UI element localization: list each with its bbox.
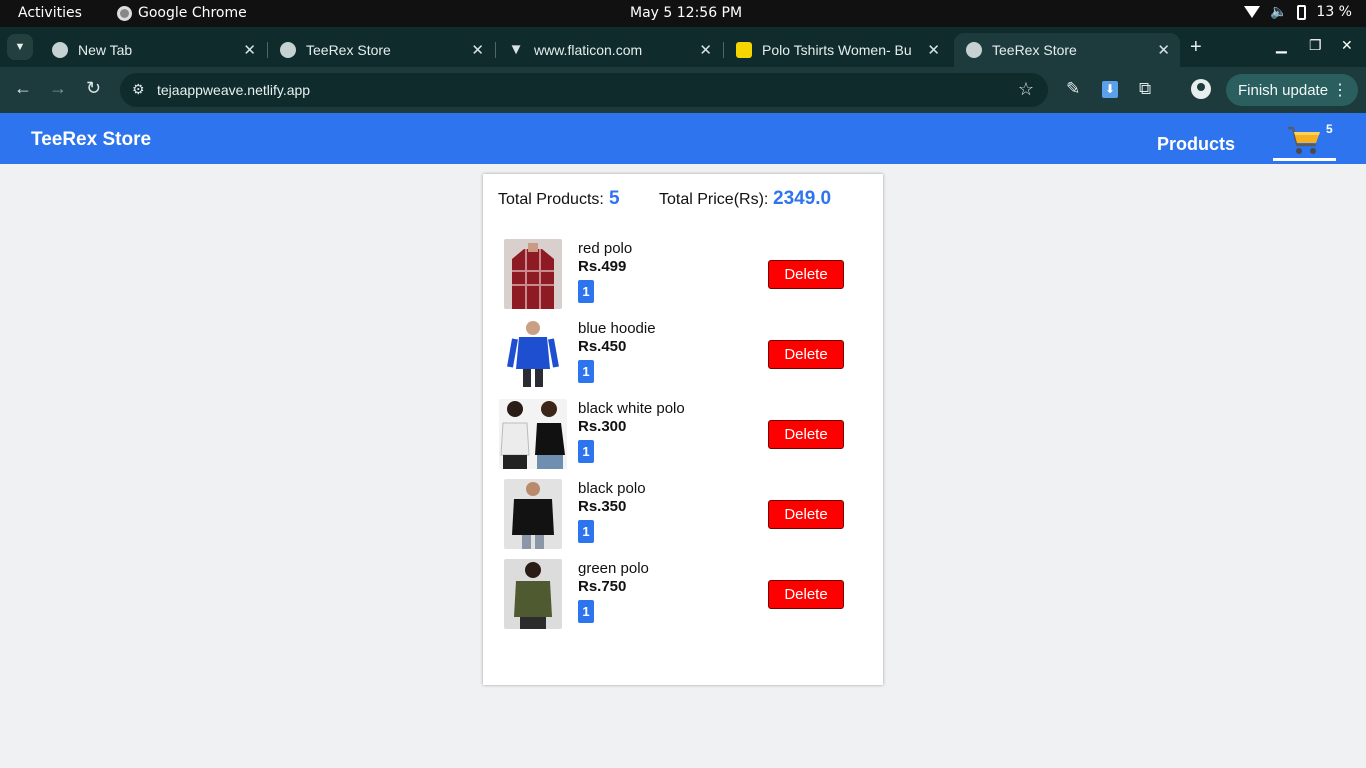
product-name: green polo: [578, 560, 649, 577]
tab-flaticon[interactable]: ▼ www.flaticon.com ✕: [496, 33, 724, 67]
tab-strip: ▼ New Tab ✕ TeeRex Store ✕ ▼ www.flatico…: [0, 27, 1366, 67]
tab-polo-tshirts[interactable]: Polo Tshirts Women- Bu ✕: [724, 33, 950, 67]
chrome-icon: [117, 5, 132, 21]
finish-update-button[interactable]: Finish update ⋮: [1226, 74, 1358, 106]
product-price: Rs.350: [578, 498, 627, 515]
flipkart-icon: [736, 42, 752, 58]
quantity-badge[interactable]: 1: [578, 440, 594, 463]
speaker-icon: 🔈: [1269, 4, 1288, 20]
system-top-bar: Activities Google Chrome May 5 12:56 PM …: [0, 0, 1366, 27]
product-name: black polo: [578, 480, 646, 497]
tab-title: TeeRex Store: [992, 42, 1077, 58]
cart-item: black polo Rs.350 1 Delete: [498, 479, 868, 559]
cart-item: black white polo Rs.300 1 Delete: [498, 399, 868, 479]
flaticon-icon: ▼: [508, 41, 524, 58]
globe-icon: [280, 42, 296, 58]
cart-item: blue hoodie Rs.450 1 Delete: [498, 319, 868, 399]
quantity-badge[interactable]: 1: [578, 600, 594, 623]
cart-item: green polo Rs.750 1 Delete: [498, 559, 868, 639]
site-header: TeeRex Store Products 5: [0, 113, 1366, 164]
app-menu[interactable]: Google Chrome: [117, 5, 247, 21]
close-icon[interactable]: ✕: [699, 41, 712, 59]
close-icon[interactable]: ✕: [243, 41, 256, 59]
cart-nav-link[interactable]: 5: [1273, 121, 1336, 161]
product-image-blue-hoodie: [504, 319, 562, 389]
cart-count-badge: 5: [1326, 122, 1333, 136]
globe-icon: [52, 42, 68, 58]
close-icon[interactable]: ✕: [471, 41, 484, 59]
cart-panel: Total Products: 5 Total Price(Rs): 2349.…: [483, 174, 883, 685]
url-text[interactable]: tejaappweave.netlify.app: [157, 82, 310, 98]
product-image-black-polo: [504, 479, 562, 549]
product-price: Rs.300: [578, 418, 627, 435]
site-brand[interactable]: TeeRex Store: [31, 129, 151, 151]
tab-title: www.flaticon.com: [534, 42, 643, 58]
maximize-button[interactable]: ❐: [1309, 37, 1322, 54]
tab-new-tab[interactable]: New Tab ✕: [40, 33, 268, 67]
tab-teerex-store-active[interactable]: TeeRex Store ✕: [954, 33, 1180, 67]
close-icon[interactable]: ✕: [1157, 41, 1170, 59]
shopping-cart-icon: [1288, 126, 1320, 154]
extensions-icon[interactable]: ⧉: [1139, 79, 1151, 99]
product-name: red polo: [578, 240, 633, 257]
total-price-label: Total Price(Rs):: [659, 191, 769, 208]
delete-button[interactable]: Delete: [768, 260, 844, 289]
browser-toolbar: ← → ↻ ⚙ tejaappweave.netlify.app ☆ ✎ ⬇ ⧉…: [0, 67, 1366, 113]
total-products-label: Total Products:: [498, 191, 604, 208]
delete-button[interactable]: Delete: [768, 420, 844, 449]
battery-percent: 13 %: [1316, 4, 1352, 20]
quantity-badge[interactable]: 1: [578, 280, 594, 303]
quantity-badge[interactable]: 1: [578, 520, 594, 543]
product-image-black-white-polo: [499, 399, 567, 469]
finish-update-label: Finish update: [1238, 81, 1329, 99]
reload-button[interactable]: ↻: [86, 78, 101, 99]
new-tab-button[interactable]: +: [1190, 36, 1202, 59]
download-icon[interactable]: ⬇: [1102, 81, 1118, 98]
battery-icon: [1297, 4, 1307, 20]
product-price: Rs.450: [578, 338, 627, 355]
products-nav-link[interactable]: Products: [1157, 134, 1235, 155]
product-price: Rs.499: [578, 258, 627, 275]
tab-title: New Tab: [78, 42, 133, 58]
back-button[interactable]: ←: [14, 78, 32, 99]
wifi-icon: [1243, 6, 1260, 18]
close-icon[interactable]: ✕: [927, 41, 940, 59]
eyedropper-icon[interactable]: ✎: [1066, 79, 1080, 99]
address-bar[interactable]: ⚙ tejaappweave.netlify.app ☆: [120, 73, 1048, 107]
quantity-badge[interactable]: 1: [578, 360, 594, 383]
bookmark-star-icon[interactable]: ☆: [1018, 79, 1034, 100]
tab-title: Polo Tshirts Women- Bu: [762, 42, 912, 58]
more-menu-icon[interactable]: ⋮: [1332, 80, 1348, 100]
product-name: black white polo: [578, 400, 685, 417]
delete-button[interactable]: Delete: [768, 580, 844, 609]
tab-teerex-store[interactable]: TeeRex Store ✕: [268, 33, 496, 67]
minimize-button[interactable]: ▁: [1276, 37, 1287, 54]
system-tray[interactable]: 🔈 13 %: [1243, 4, 1352, 20]
globe-icon: [966, 42, 982, 58]
site-info-icon[interactable]: ⚙: [132, 81, 145, 98]
product-image-red-polo: [504, 239, 562, 309]
total-products-value: 5: [609, 188, 620, 209]
delete-button[interactable]: Delete: [768, 340, 844, 369]
tab-title: TeeRex Store: [306, 42, 391, 58]
chevron-down-icon: ▼: [14, 41, 26, 53]
product-price: Rs.750: [578, 578, 627, 595]
close-window-button[interactable]: ✕: [1341, 37, 1353, 54]
product-image-green-polo: [504, 559, 562, 629]
product-name: blue hoodie: [578, 320, 656, 337]
forward-button[interactable]: →: [49, 78, 67, 99]
app-name-label: Google Chrome: [138, 5, 247, 21]
cart-item: red polo Rs.499 1 Delete: [498, 239, 868, 319]
activities-button[interactable]: Activities: [18, 5, 82, 21]
clock[interactable]: May 5 12:56 PM: [630, 5, 742, 21]
profile-avatar-icon[interactable]: [1191, 79, 1211, 99]
total-price-value: 2349.0: [773, 188, 832, 209]
delete-button[interactable]: Delete: [768, 500, 844, 529]
tab-search-button[interactable]: ▼: [7, 34, 33, 60]
